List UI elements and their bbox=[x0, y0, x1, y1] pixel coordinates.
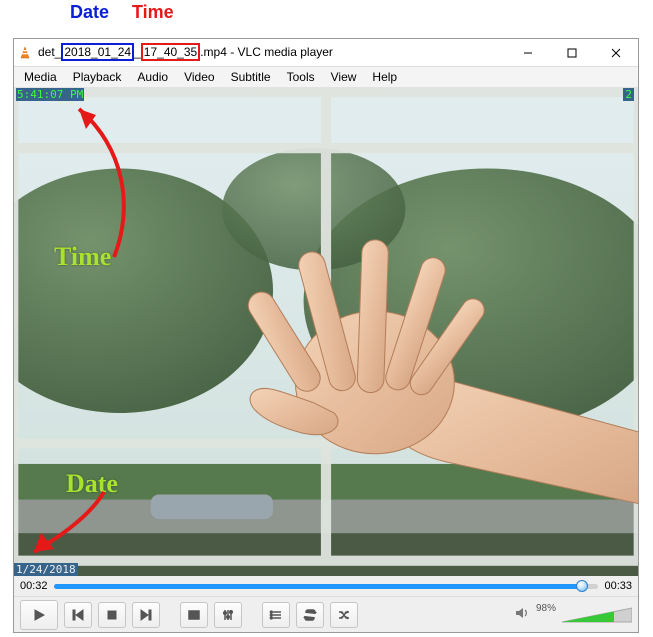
loop-button[interactable] bbox=[296, 602, 324, 628]
seek-fill bbox=[54, 584, 583, 589]
window-controls bbox=[506, 39, 638, 66]
stop-button[interactable] bbox=[98, 602, 126, 628]
extended-settings-button[interactable] bbox=[214, 602, 242, 628]
title-suffix: .mp4 - VLC media player bbox=[200, 45, 333, 59]
maximize-button[interactable] bbox=[550, 39, 594, 66]
annotation-top-labels: Date Time bbox=[0, 2, 653, 28]
title-sep: _ bbox=[134, 45, 141, 59]
next-button[interactable] bbox=[132, 602, 160, 628]
minimize-button[interactable] bbox=[506, 39, 550, 66]
title-date-box: 2018_01_24 bbox=[61, 43, 134, 61]
annotation-time-label: Time bbox=[132, 2, 174, 23]
annotation-date-label: Date bbox=[70, 2, 109, 23]
title-prefix: det_ bbox=[38, 45, 61, 59]
speaker-icon[interactable] bbox=[514, 605, 530, 624]
menu-view[interactable]: View bbox=[325, 69, 363, 85]
seek-thumb[interactable] bbox=[576, 580, 588, 592]
time-total: 00:33 bbox=[604, 580, 632, 592]
title-time-box: 17_40_35 bbox=[141, 43, 200, 61]
playlist-button[interactable] bbox=[262, 602, 290, 628]
vlc-app-icon bbox=[18, 46, 32, 60]
menu-tools[interactable]: Tools bbox=[281, 69, 321, 85]
play-button[interactable] bbox=[20, 600, 58, 630]
video-frame bbox=[14, 87, 638, 576]
menu-media[interactable]: Media bbox=[18, 69, 63, 85]
overlay-timestamp: 5:41:07 PM bbox=[16, 88, 84, 101]
time-elapsed: 00:32 bbox=[20, 580, 48, 592]
video-area[interactable]: 5:41:07 PM 2 1/24/2018 Time Date bbox=[14, 87, 638, 576]
overlay-counter: 2 bbox=[623, 88, 634, 101]
overlay-date: 1/24/2018 bbox=[14, 563, 78, 576]
menu-playback[interactable]: Playback bbox=[67, 69, 128, 85]
controls-row: 98% bbox=[14, 596, 638, 632]
menu-subtitle[interactable]: Subtitle bbox=[225, 69, 277, 85]
fullscreen-button[interactable] bbox=[180, 602, 208, 628]
shuffle-button[interactable] bbox=[330, 602, 358, 628]
previous-button[interactable] bbox=[64, 602, 92, 628]
seek-slider[interactable] bbox=[54, 584, 599, 589]
window-title: det_2018_01_24_17_40_35.mp4 - VLC media … bbox=[38, 45, 333, 61]
menubar: Media Playback Audio Video Subtitle Tool… bbox=[14, 67, 638, 87]
seek-row: 00:32 00:33 bbox=[14, 576, 638, 596]
titlebar: det_2018_01_24_17_40_35.mp4 - VLC media … bbox=[14, 39, 638, 67]
menu-help[interactable]: Help bbox=[366, 69, 403, 85]
volume-percent-label: 98% bbox=[536, 603, 556, 614]
volume-slider[interactable] bbox=[562, 606, 632, 624]
close-button[interactable] bbox=[594, 39, 638, 66]
volume-area: 98% bbox=[514, 605, 632, 624]
menu-audio[interactable]: Audio bbox=[131, 69, 174, 85]
vlc-window: det_2018_01_24_17_40_35.mp4 - VLC media … bbox=[13, 38, 639, 633]
menu-video[interactable]: Video bbox=[178, 69, 220, 85]
